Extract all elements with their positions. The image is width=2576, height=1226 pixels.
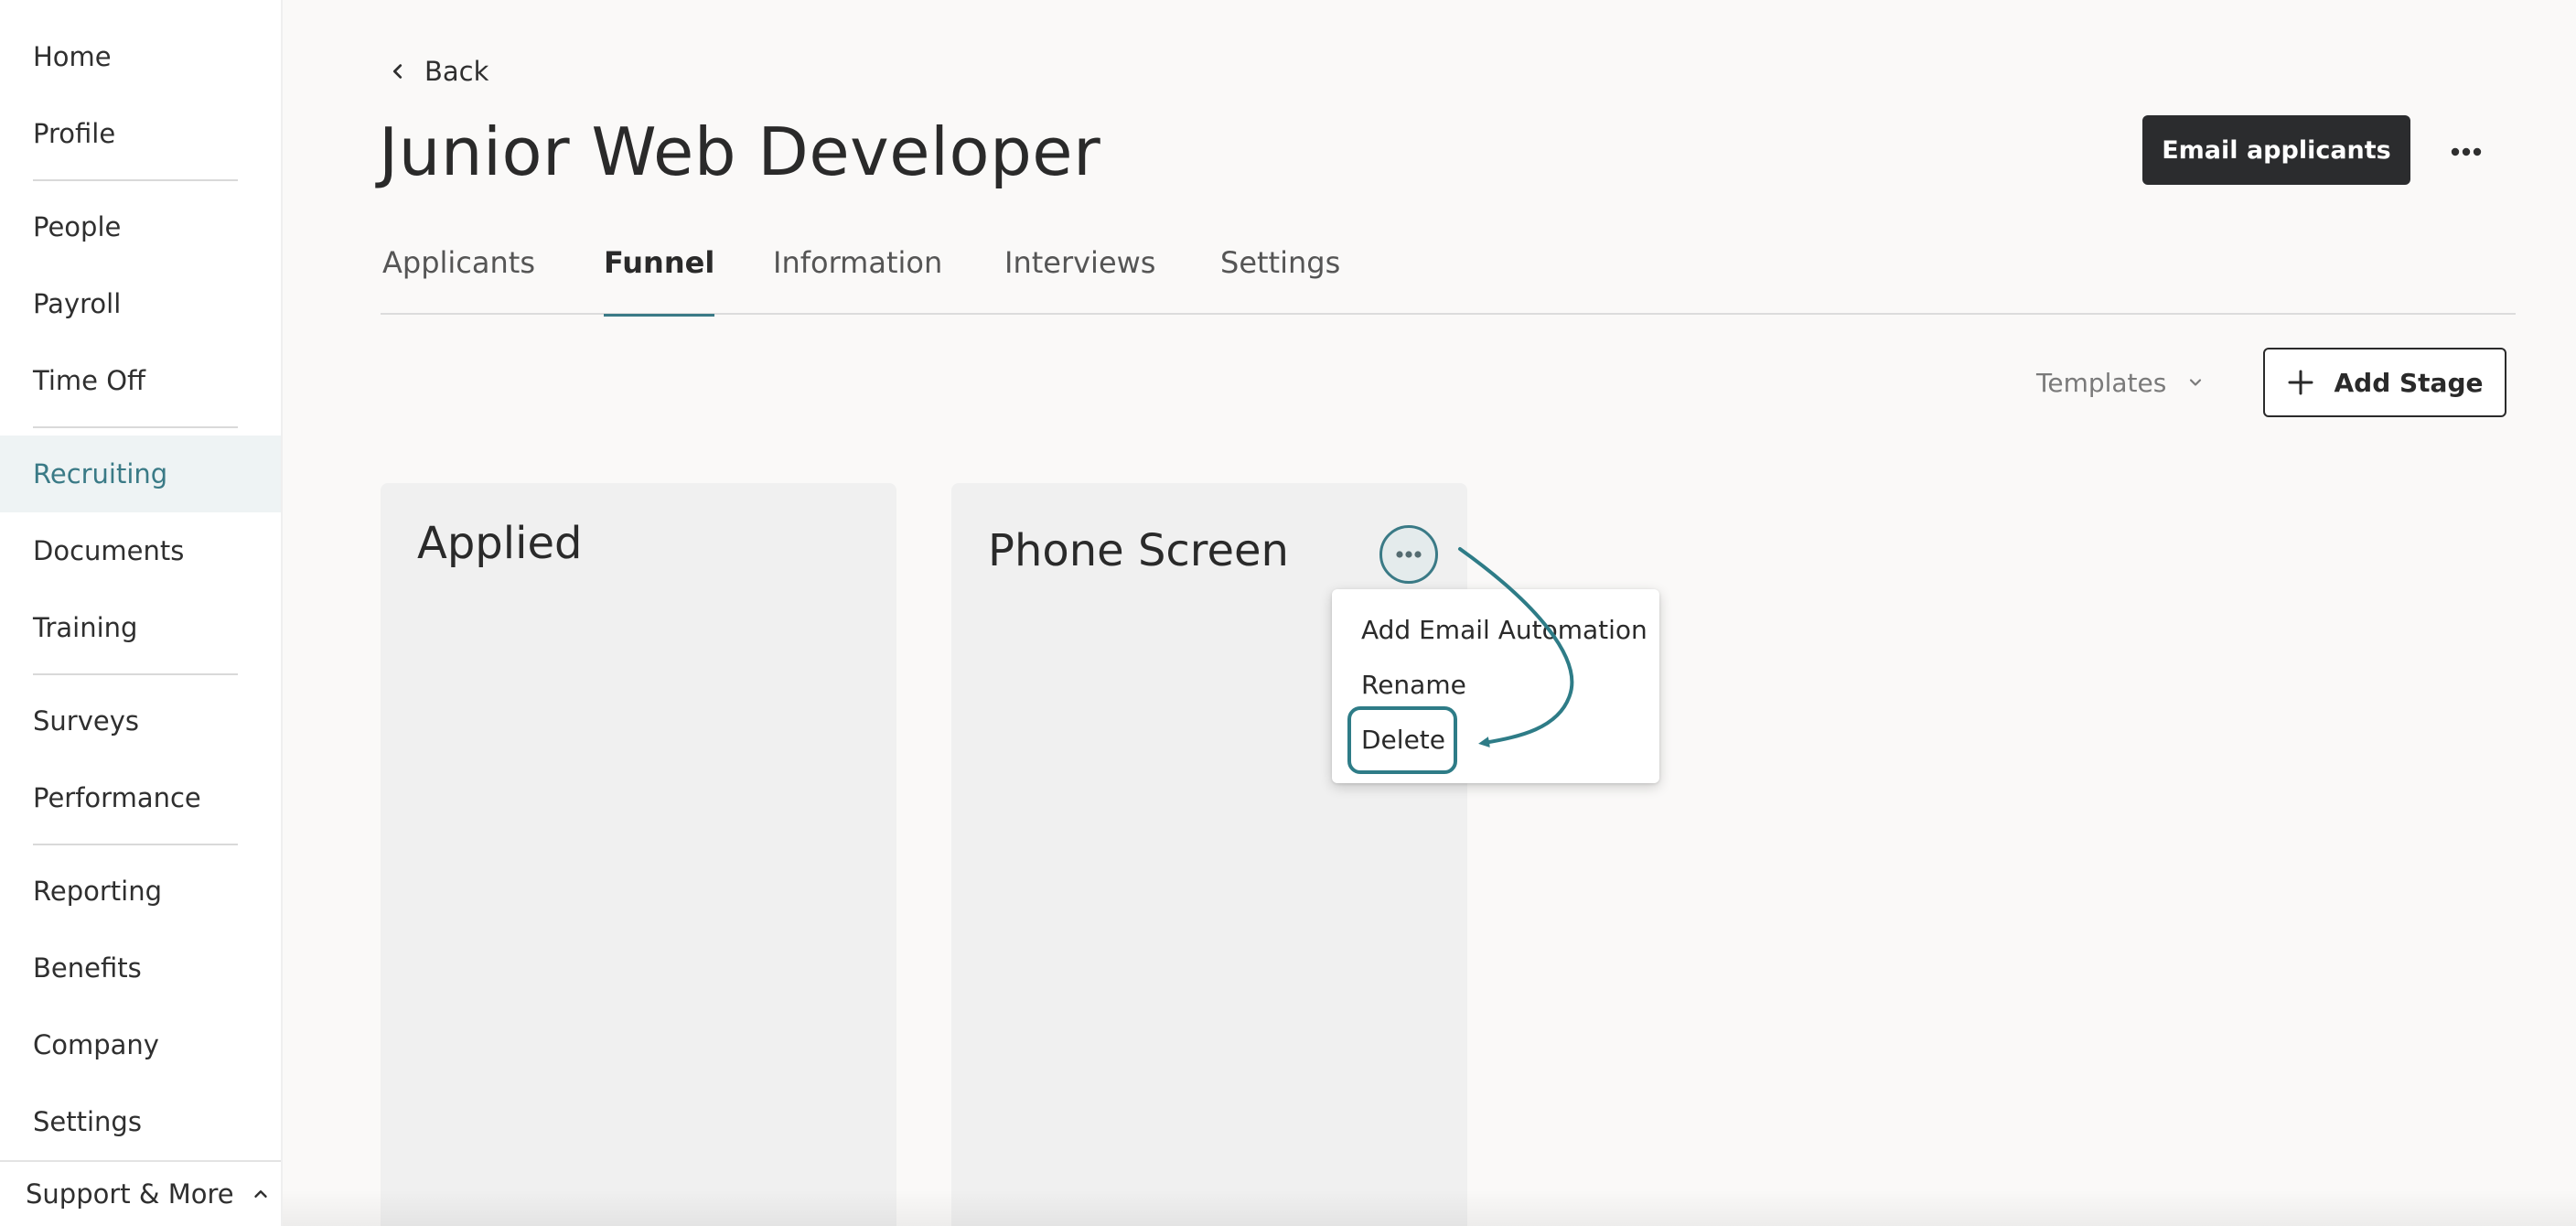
email-applicants-button[interactable]: Email applicants — [2142, 115, 2410, 185]
sidebar-item-settings[interactable]: Settings — [0, 1083, 281, 1160]
tab-funnel[interactable]: Funnel — [604, 245, 715, 317]
chevron-down-icon — [2190, 379, 2202, 386]
page-more-button[interactable] — [2446, 134, 2486, 170]
stage-column-applied: Applied — [381, 483, 896, 1226]
sidebar-item-profile[interactable]: Profile — [0, 95, 281, 172]
tab-settings[interactable]: Settings — [1220, 245, 1340, 315]
menu-item-add-email-automation[interactable]: Add Email Automation — [1361, 615, 1648, 645]
stage-options-menu: Add Email Automation Rename Delete — [1332, 589, 1659, 783]
templates-label: Templates — [2036, 367, 2167, 398]
sidebar-item-people[interactable]: People — [0, 188, 281, 265]
stage-more-button[interactable] — [1379, 525, 1438, 584]
sidebar-divider — [33, 179, 238, 181]
tab-information[interactable]: Information — [773, 245, 942, 315]
sidebar-item-reporting[interactable]: Reporting — [0, 853, 281, 930]
plus-icon — [2288, 370, 2313, 395]
sidebar-item-home[interactable]: Home — [0, 18, 281, 95]
sidebar-item-surveys[interactable]: Surveys — [0, 683, 281, 759]
tab-applicants[interactable]: Applicants — [382, 245, 535, 315]
page-title: Junior Web Developer — [379, 113, 1101, 190]
sidebar-item-time-off[interactable]: Time Off — [0, 342, 281, 419]
sidebar: Home Profile People Payroll Time Off Rec… — [0, 0, 283, 1226]
sidebar-divider — [33, 673, 238, 675]
sidebar-item-performance[interactable]: Performance — [0, 759, 281, 836]
sidebar-item-payroll[interactable]: Payroll — [0, 265, 281, 342]
stage-title: Applied — [417, 518, 583, 569]
back-label: Back — [424, 56, 489, 87]
more-horizontal-icon — [2451, 147, 2482, 156]
chevron-left-icon — [392, 64, 402, 79]
sidebar-item-training[interactable]: Training — [0, 589, 281, 666]
add-stage-button[interactable]: Add Stage — [2263, 348, 2506, 417]
sidebar-item-documents[interactable]: Documents — [0, 512, 281, 589]
menu-item-rename[interactable]: Rename — [1361, 670, 1466, 700]
support-label: Support & More — [26, 1178, 234, 1210]
back-link[interactable]: Back — [388, 53, 488, 90]
tab-interviews[interactable]: Interviews — [1004, 245, 1155, 315]
sidebar-item-recruiting[interactable]: Recruiting — [0, 436, 281, 512]
sidebar-divider — [33, 844, 238, 845]
add-stage-label: Add Stage — [2334, 367, 2484, 398]
support-more-toggle[interactable]: Support & More — [0, 1160, 281, 1226]
stage-title: Phone Screen — [988, 525, 1289, 576]
sidebar-divider — [33, 426, 238, 428]
more-horizontal-icon — [1396, 551, 1422, 558]
templates-dropdown[interactable]: Templates — [2036, 364, 2205, 401]
chevron-up-icon — [253, 1190, 267, 1198]
sidebar-item-benefits[interactable]: Benefits — [0, 930, 281, 1006]
app-window: Home Profile People Payroll Time Off Rec… — [0, 0, 2576, 1226]
menu-item-delete[interactable]: Delete — [1361, 725, 1445, 755]
sidebar-item-company[interactable]: Company — [0, 1006, 281, 1083]
tab-bar: Applicants Funnel Information Interviews… — [381, 238, 2516, 317]
